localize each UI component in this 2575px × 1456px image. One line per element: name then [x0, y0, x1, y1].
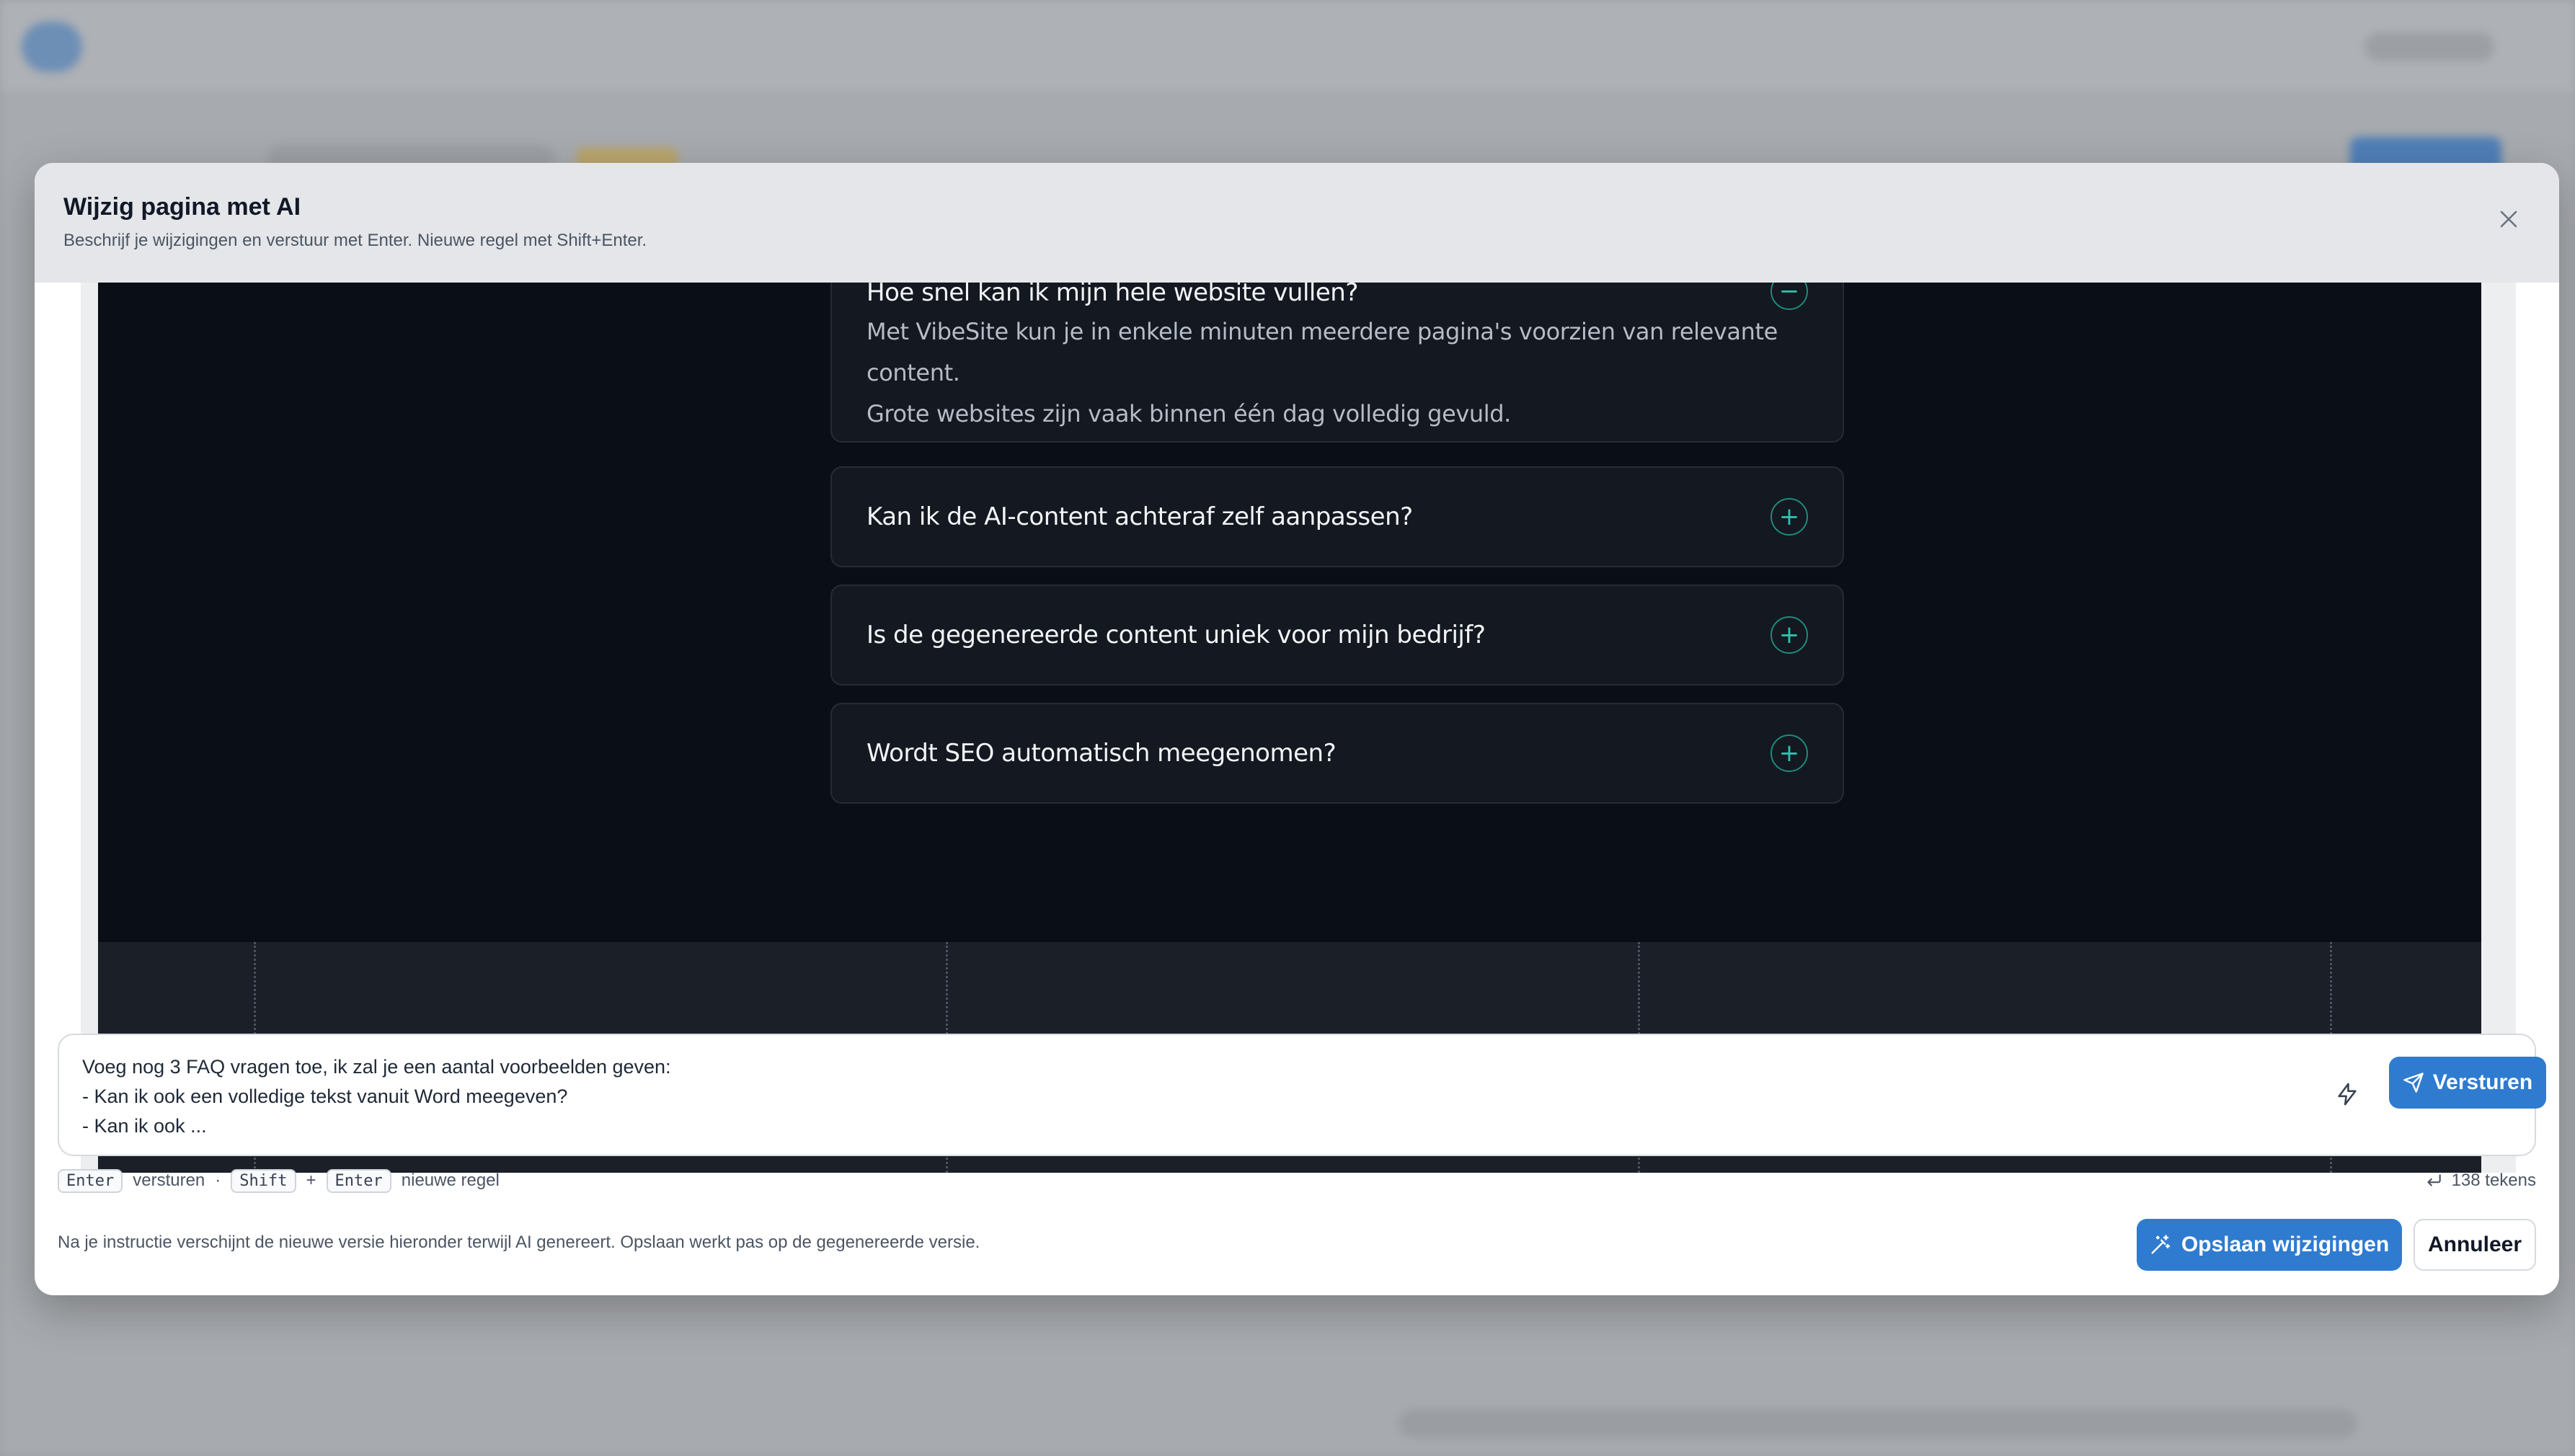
instruction-text[interactable]: Voeg nog 3 FAQ vragen toe, ik zal je een… — [82, 1052, 2245, 1141]
shift-key: Shift — [231, 1168, 296, 1193]
character-count: 138 tekens — [2424, 1167, 2536, 1194]
footer-note: Na je instructie verschijnt de nieuwe ve… — [58, 1233, 980, 1252]
newline-hint: nieuwe regel — [401, 1171, 500, 1190]
background-pill — [2365, 32, 2494, 61]
minus-icon[interactable]: − — [1770, 283, 1808, 310]
plus-icon[interactable]: + — [1770, 498, 1808, 536]
enter-key: Enter — [58, 1168, 123, 1193]
close-button[interactable] — [2494, 205, 2523, 234]
enter-key: Enter — [326, 1168, 391, 1193]
background-bar — [1399, 1409, 2357, 1438]
close-icon — [2500, 210, 2517, 228]
save-button-label: Opslaan wijzigingen — [2181, 1233, 2390, 1256]
faq-question: Kan ik de AI-content achteraf zelf aanpa… — [867, 502, 1413, 531]
send-button-label: Versturen — [2432, 1070, 2533, 1094]
hint-separator: · — [215, 1171, 221, 1190]
character-count-label: 138 tekens — [2451, 1171, 2536, 1190]
faq-answer-line: Met VibeSite kun je in enkele minuten me… — [867, 318, 1778, 386]
faq-item[interactable]: Kan ik de AI-content achteraf zelf aanpa… — [830, 466, 1844, 567]
faq-question: Hoe snel kan ik mijn hele website vullen… — [867, 283, 1358, 307]
lightning-icon — [2338, 1083, 2357, 1106]
background-topbar — [0, 0, 2575, 94]
plus-icon[interactable]: + — [1770, 616, 1808, 654]
modal-subtitle: Beschrijf je wijzigingen en verstuur met… — [63, 231, 647, 250]
plus-icon[interactable]: + — [1770, 734, 1808, 772]
quick-prompts-button[interactable] — [2331, 1078, 2363, 1110]
send-hint: versturen — [133, 1171, 205, 1190]
hint-plus: + — [306, 1171, 316, 1190]
send-button[interactable]: Versturen — [2389, 1057, 2546, 1109]
faq-answer: Met VibeSite kun je in enkele minuten me… — [867, 311, 1818, 435]
background-logo — [22, 22, 82, 72]
faq-question: Wordt SEO automatisch meegenomen? — [867, 739, 1337, 768]
keyboard-hints: Enter versturen · Shift + Enter nieuwe r… — [58, 1167, 500, 1194]
faq-item[interactable]: Wordt SEO automatisch meegenomen? + — [830, 703, 1844, 804]
instruction-input[interactable]: Voeg nog 3 FAQ vragen toe, ik zal je een… — [58, 1034, 2546, 1156]
cancel-button[interactable]: Annuleer — [2414, 1219, 2536, 1271]
faq-item[interactable]: Hoe snel kan ik mijn hele website vullen… — [830, 283, 1844, 443]
save-changes-button[interactable]: Opslaan wijzigingen — [2137, 1219, 2402, 1271]
faq-question: Is de gegenereerde content uniek voor mi… — [867, 621, 1486, 649]
send-icon — [2403, 1073, 2424, 1093]
edit-page-ai-modal: Wijzig pagina met AI Beschrijf je wijzig… — [35, 163, 2559, 1295]
magic-wand-icon — [2151, 1235, 2170, 1254]
return-icon — [2426, 1174, 2441, 1186]
modal-header: Wijzig pagina met AI Beschrijf je wijzig… — [35, 163, 2559, 283]
faq-item[interactable]: Is de gegenereerde content uniek voor mi… — [830, 585, 1844, 685]
faq-answer-line: Grote websites zijn vaak binnen één dag … — [867, 400, 1511, 427]
modal-title: Wijzig pagina met AI — [63, 193, 301, 221]
